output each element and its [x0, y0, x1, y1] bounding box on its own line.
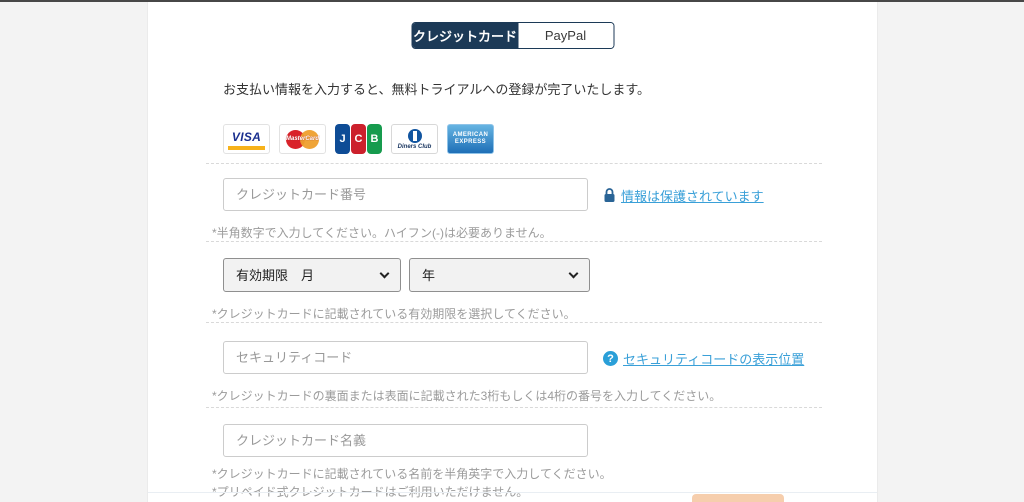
- section-divider: [206, 163, 822, 164]
- card-brand-icons: VISA MasterCard J C B Diners Club AMERIC…: [223, 124, 494, 154]
- card-number-note: *半角数字で入力してください。ハイフン(-)は必要ありません。: [212, 226, 552, 240]
- expiry-year-select[interactable]: 年: [409, 258, 590, 292]
- lock-icon: [604, 188, 615, 202]
- intro-text: お支払い情報を入力すると、無料トライアルへの登録が完了いたします。: [223, 82, 651, 97]
- security-code-help: ? セキュリティコードの表示位置: [603, 349, 804, 368]
- tab-credit-card[interactable]: クレジットカード: [412, 23, 518, 48]
- tab-paypal[interactable]: PayPal: [518, 23, 613, 48]
- mastercard-card-icon: MasterCard: [279, 124, 326, 154]
- secure-info-link[interactable]: 情報は保護されています: [621, 186, 764, 205]
- section-divider: [206, 241, 822, 242]
- visa-card-icon: VISA: [223, 124, 270, 154]
- top-accent-bar: [0, 0, 1024, 2]
- question-mark-icon[interactable]: ?: [603, 351, 618, 366]
- secure-info: 情報は保護されています: [603, 186, 764, 205]
- security-code-note: *クレジットカードの裏面または表面に記載された3桁もしくは4桁の番号を入力してく…: [212, 389, 722, 403]
- expiry-month-select-wrap: 有効期限 月: [223, 258, 401, 292]
- footer-divider: [148, 492, 877, 493]
- submit-button-peek[interactable]: [692, 494, 784, 502]
- expiry-month-select[interactable]: 有効期限 月: [223, 258, 401, 292]
- jcb-card-icon: J C B: [335, 124, 382, 154]
- diners-club-card-icon: Diners Club: [391, 124, 438, 154]
- expiry-note: *クレジットカードに記載されている有効期限を選択してください。: [212, 307, 576, 321]
- card-name-note: *クレジットカードに記載されている名前を半角英字で入力してください。: [212, 467, 612, 481]
- expiry-year-select-wrap: 年: [409, 258, 590, 292]
- payment-card: クレジットカード PayPal お支払い情報を入力すると、無料トライアルへの登録…: [147, 0, 878, 502]
- section-divider: [206, 407, 822, 408]
- section-divider: [206, 322, 822, 323]
- security-code-input[interactable]: [223, 341, 588, 374]
- card-number-input[interactable]: [223, 178, 588, 211]
- payment-method-tabs: クレジットカード PayPal: [411, 22, 614, 49]
- amex-card-icon: AMERICAN EXPRESS: [447, 124, 494, 154]
- security-code-help-link[interactable]: セキュリティコードの表示位置: [623, 349, 804, 368]
- card-name-input[interactable]: [223, 424, 588, 457]
